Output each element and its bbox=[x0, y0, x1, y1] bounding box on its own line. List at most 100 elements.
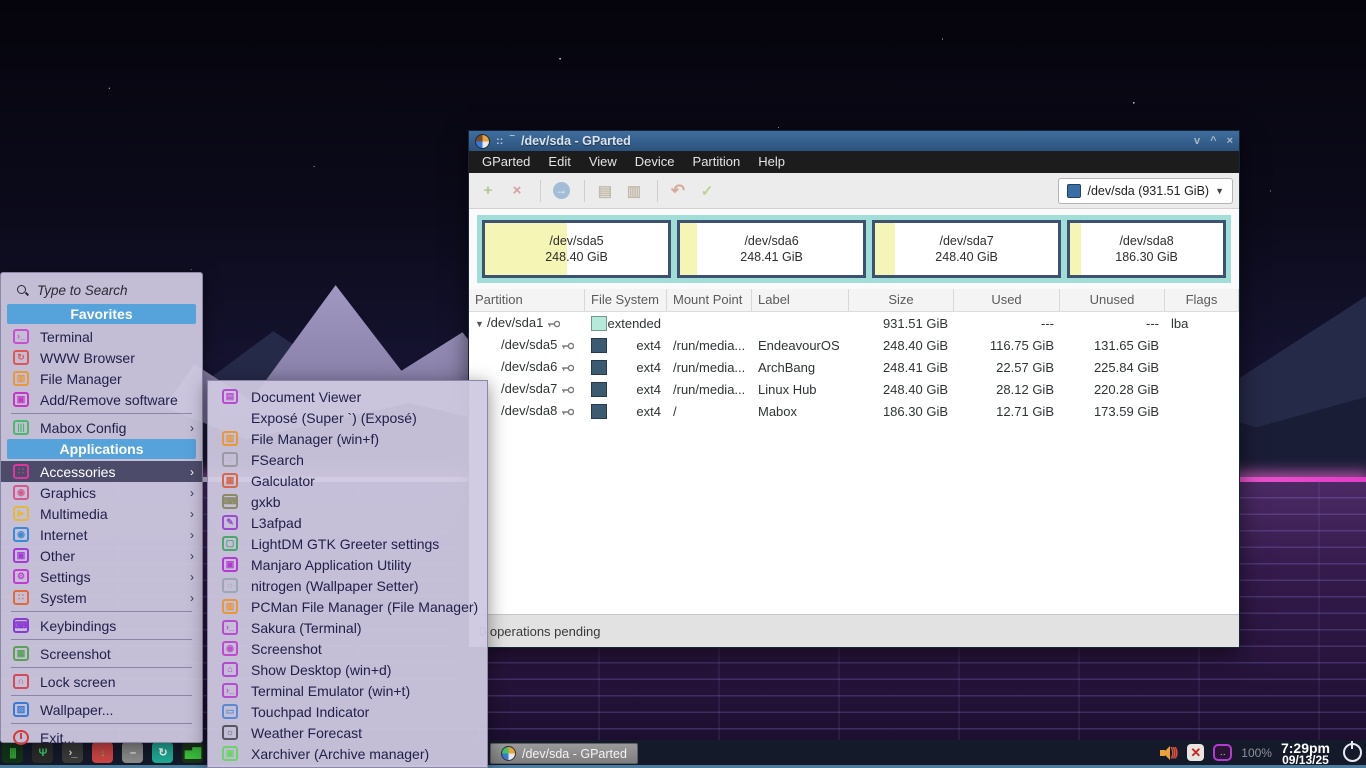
menu-item[interactable]: ◉ Graphics › bbox=[1, 482, 202, 503]
partition-block[interactable]: /dev/sda8 186.30 GiB bbox=[1067, 220, 1226, 278]
battery-level: 100% bbox=[1241, 746, 1272, 760]
submenu-item[interactable]: ▢ LightDM GTK Greeter settings bbox=[208, 533, 487, 554]
window-maximize-button[interactable]: ^ bbox=[1210, 131, 1216, 151]
submenu-item[interactable]: ▣ Manjaro Application Utility bbox=[208, 554, 487, 575]
key-icon bbox=[562, 382, 574, 397]
graphics-icon: ◉ bbox=[13, 485, 29, 500]
window-close-button[interactable]: × bbox=[1227, 131, 1233, 151]
menu-item[interactable]: ∩ Lock screen › bbox=[1, 671, 202, 692]
menu-item[interactable]: ⚙ Settings › bbox=[1, 566, 202, 587]
table-row[interactable]: /dev/sda8 ext4 / Mabox 186.30 GiB 12.71 … bbox=[469, 400, 1239, 422]
column-header[interactable]: Mount Point bbox=[667, 289, 752, 311]
window-menu-icon[interactable]: :: bbox=[496, 131, 503, 151]
window-iconify-button[interactable]: v bbox=[1194, 131, 1200, 151]
touchpad-tray-icon[interactable]: ‥ bbox=[1213, 744, 1232, 761]
submenu-item[interactable]: ▣ Xarchiver (Archive manager) bbox=[208, 743, 487, 764]
updates-tray-icon[interactable]: ✕ bbox=[1187, 744, 1204, 761]
submenu-item[interactable]: ›_ Sakura (Terminal) bbox=[208, 617, 487, 638]
submenu-item[interactable]: ▭ Touchpad Indicator bbox=[208, 701, 487, 722]
menubar-item[interactable]: Help bbox=[749, 151, 794, 173]
column-header[interactable]: File System bbox=[585, 289, 667, 311]
gparted-titlebar[interactable]: :: ‾ /dev/sda - GParted v ^ × bbox=[469, 131, 1239, 151]
menu-item[interactable]: ↻ WWW Browser › bbox=[1, 347, 202, 368]
column-header[interactable]: Flags bbox=[1165, 289, 1239, 311]
apply-icon[interactable]: ✓ bbox=[694, 179, 720, 203]
column-header[interactable]: Used bbox=[954, 289, 1060, 311]
device-selector[interactable]: /dev/sda (931.51 GiB) ▼ bbox=[1058, 178, 1233, 204]
menubar-item[interactable]: Device bbox=[626, 151, 684, 173]
key-icon bbox=[562, 338, 574, 353]
submenu-item[interactable]: ▤ Document Viewer bbox=[208, 386, 487, 407]
submenu-item[interactable]: ⌨ gxkb bbox=[208, 491, 487, 512]
submenu-item[interactable]: ⌂ Show Desktop (win+d) bbox=[208, 659, 487, 680]
new-partition-icon[interactable]: + bbox=[475, 179, 501, 203]
menu-item[interactable]: ||| Mabox Config › bbox=[1, 417, 202, 438]
table-row[interactable]: /dev/sda6 ext4 /run/media... ArchBang 24… bbox=[469, 356, 1239, 378]
copy-partition-icon[interactable]: ▤ bbox=[592, 179, 618, 203]
submenu-item[interactable]: ▥ PCMan File Manager (File Manager) bbox=[208, 596, 487, 617]
undo-icon[interactable]: ↶ bbox=[665, 179, 691, 203]
submenu-item[interactable]: ☼ Weather Forecast bbox=[208, 722, 487, 743]
touchpad-indicator-icon: ▭ bbox=[222, 704, 238, 719]
menu-item[interactable]: ▶ Multimedia › bbox=[1, 503, 202, 524]
table-row[interactable]: /dev/sda5 ext4 /run/media... EndeavourOS… bbox=[469, 334, 1239, 356]
menu-item[interactable]: ◉ Internet › bbox=[1, 524, 202, 545]
submenu-item[interactable]: ◉ Screenshot bbox=[208, 638, 487, 659]
cell-size: 931.51 GiB bbox=[849, 316, 954, 331]
menu-item[interactable]: ▣ Add/Remove software › bbox=[1, 389, 202, 410]
column-header[interactable]: Unused bbox=[1060, 289, 1165, 311]
desktop: :: ‾ /dev/sda - GParted v ^ × GPartedEdi… bbox=[0, 0, 1366, 768]
window-shade-icon[interactable]: ‾ bbox=[510, 131, 514, 151]
menu-separator bbox=[11, 413, 192, 414]
taskbar-task-gparted[interactable]: /dev/sda - GParted bbox=[490, 743, 638, 764]
submenu-item[interactable]: ☼ nitrogen (Wallpaper Setter) bbox=[208, 575, 487, 596]
menubar-item[interactable]: Edit bbox=[539, 151, 579, 173]
partition-block[interactable]: /dev/sda6 248.41 GiB bbox=[677, 220, 866, 278]
submenu-item[interactable]: ✎ L3afpad bbox=[208, 512, 487, 533]
menu-item[interactable]: ›_ Terminal › bbox=[1, 326, 202, 347]
submenu-item[interactable]: Exposé (Super `) (Exposé) bbox=[208, 407, 487, 428]
column-header[interactable]: Size bbox=[849, 289, 954, 311]
partition-block[interactable]: /dev/sda7 248.40 GiB bbox=[872, 220, 1061, 278]
menu-item[interactable]: ⌨ Keybindings › bbox=[1, 615, 202, 636]
volume-icon[interactable]: ))) bbox=[1160, 745, 1178, 761]
menubar-item[interactable]: GParted bbox=[473, 151, 539, 173]
menu-search[interactable]: Type to Search bbox=[1, 277, 202, 303]
sakura-terminal-icon: ›_ bbox=[222, 620, 238, 635]
menu-item[interactable]: ▣ Other › bbox=[1, 545, 202, 566]
chevron-right-icon: › bbox=[190, 421, 194, 435]
table-row[interactable]: /dev/sda7 ext4 /run/media... Linux Hub 2… bbox=[469, 378, 1239, 400]
menu-separator bbox=[11, 667, 192, 668]
shutdown-button[interactable] bbox=[1343, 743, 1362, 762]
menu-item[interactable]: ▦ Screenshot › bbox=[1, 643, 202, 664]
table-row[interactable]: ▼/dev/sda1 extended 931.51 GiB --- --- l… bbox=[469, 312, 1239, 334]
partition-block-name: /dev/sda8 bbox=[1119, 233, 1173, 249]
submenu-item[interactable]: ›_ Terminal Emulator (win+t) bbox=[208, 680, 487, 701]
menu-separator bbox=[11, 723, 192, 724]
multimedia-icon: ▶ bbox=[13, 506, 29, 521]
gparted-task-icon bbox=[501, 746, 516, 761]
resize-move-icon[interactable]: → bbox=[548, 179, 574, 203]
menu-item[interactable]: ∷ Accessories › bbox=[1, 461, 202, 482]
column-header[interactable]: Label bbox=[752, 289, 849, 311]
submenu-item[interactable]: ▦ Galculator bbox=[208, 470, 487, 491]
cell-used: --- bbox=[954, 316, 1060, 331]
submenu-item[interactable]: ◌ FSearch bbox=[208, 449, 487, 470]
delete-partition-icon[interactable]: × bbox=[504, 179, 530, 203]
menu-item[interactable]: ∷ System › bbox=[1, 587, 202, 608]
column-header[interactable]: Partition bbox=[469, 289, 585, 311]
expander-icon[interactable]: ▼ bbox=[475, 319, 487, 329]
clock[interactable]: 7:29pm 09/13/25 bbox=[1281, 742, 1330, 766]
menu-item[interactable]: ▨ Wallpaper... › bbox=[1, 699, 202, 720]
add-remove-software-icon: ▣ bbox=[13, 392, 29, 407]
menu-item[interactable]: ▥ File Manager › bbox=[1, 368, 202, 389]
menubar-item[interactable]: Partition bbox=[684, 151, 750, 173]
menubar-item[interactable]: View bbox=[580, 151, 626, 173]
lightdm-greeter-icon: ▢ bbox=[222, 536, 238, 551]
menu-item[interactable]: Exit... › bbox=[1, 727, 202, 748]
paste-partition-icon[interactable]: ▥ bbox=[621, 179, 647, 203]
accessories-submenu: ▤ Document Viewer Exposé (Super `) (Expo… bbox=[207, 380, 488, 768]
partition-block[interactable]: /dev/sda5 248.40 GiB bbox=[482, 220, 671, 278]
submenu-item[interactable]: ▥ File Manager (win+f) bbox=[208, 428, 487, 449]
submenu-item-label: nitrogen (Wallpaper Setter) bbox=[251, 578, 479, 594]
